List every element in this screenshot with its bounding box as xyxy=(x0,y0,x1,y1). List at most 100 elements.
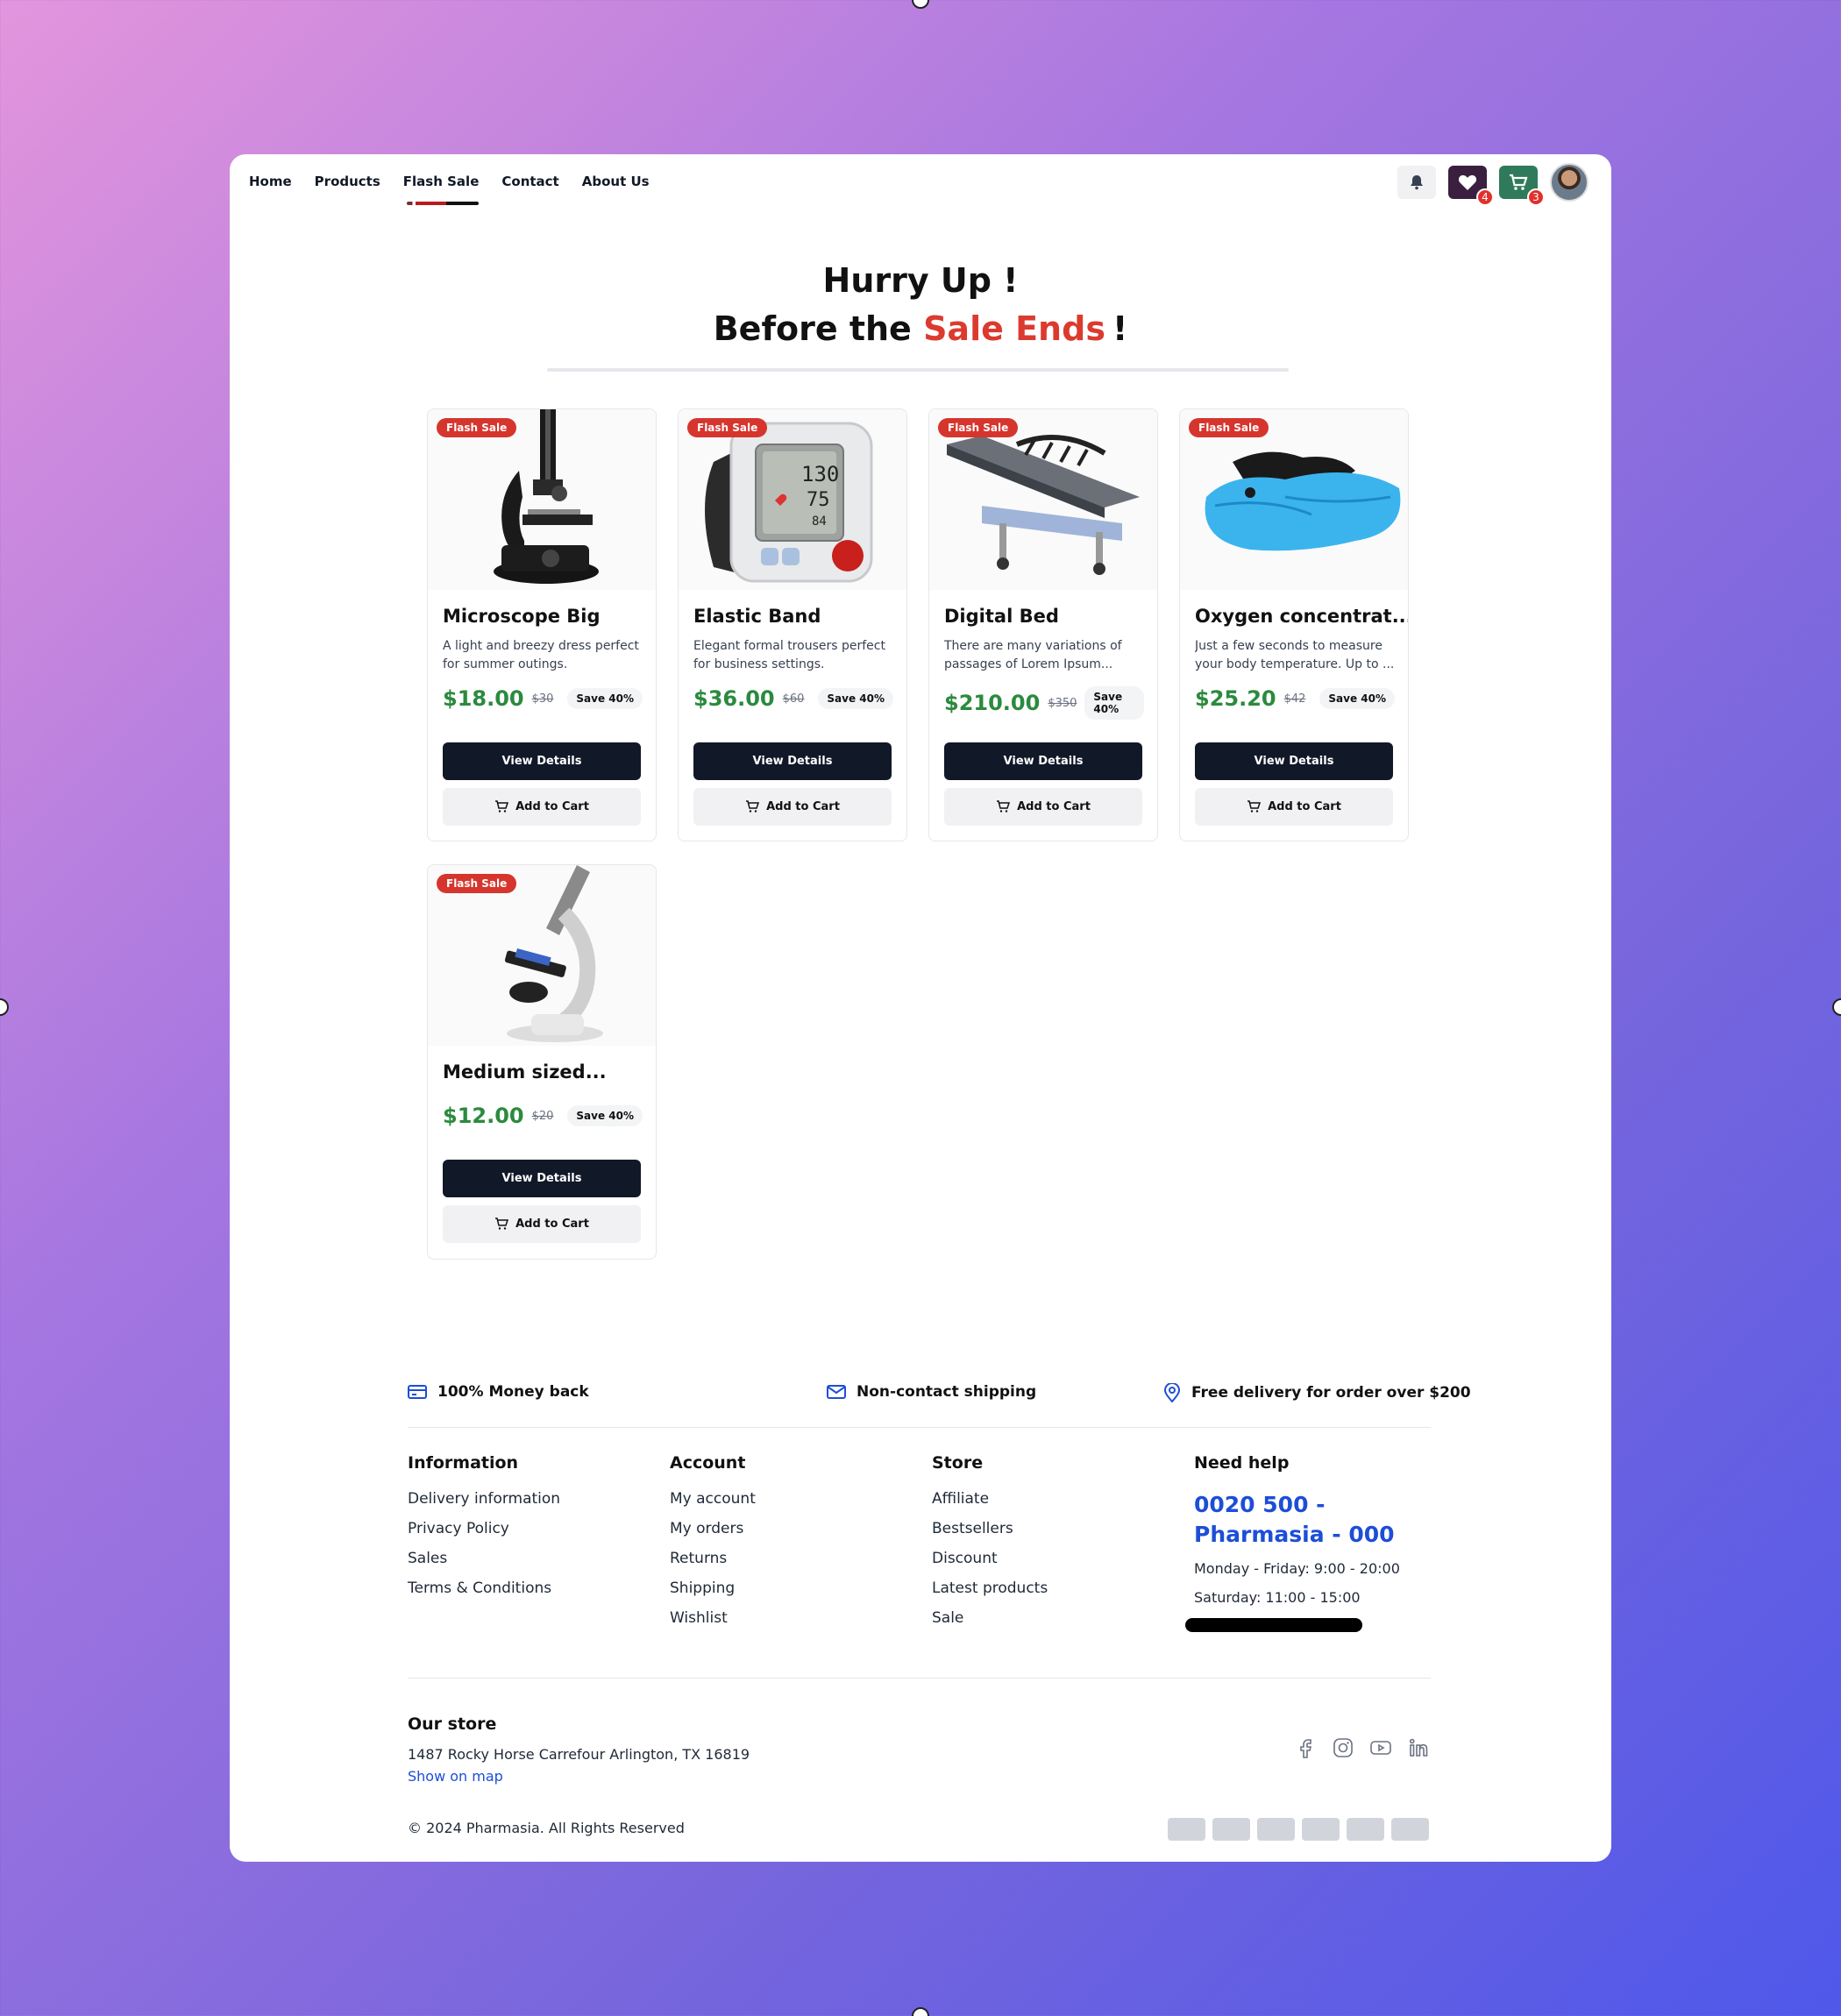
resize-handle-right[interactable] xyxy=(1832,998,1841,1016)
feature-label: Non-contact shipping xyxy=(857,1383,1037,1401)
wishlist-button[interactable]: 4 xyxy=(1448,166,1494,206)
resize-handle-left[interactable] xyxy=(0,998,9,1016)
product-title[interactable]: Medium sized... xyxy=(443,1061,607,1083)
price-row: $25.20 $42 Save 40% xyxy=(1195,686,1395,711)
save-badge: Save 40% xyxy=(567,1105,643,1126)
wishlist-count-badge: 4 xyxy=(1476,188,1494,206)
credit-card-icon xyxy=(408,1385,427,1399)
footer-column-account: Account My account My orders Returns Shi… xyxy=(670,1453,756,1639)
nav-contact[interactable]: Contact xyxy=(501,174,558,189)
cart-button[interactable]: 3 xyxy=(1499,166,1545,206)
footer-link[interactable]: Sales xyxy=(408,1550,560,1567)
product-old-price: $20 xyxy=(531,1109,554,1123)
footer-link[interactable]: Bestsellers xyxy=(932,1520,1048,1537)
bell-icon xyxy=(1411,175,1423,190)
product-old-price: $30 xyxy=(531,692,554,706)
column-title: Store xyxy=(932,1453,984,1473)
youtube-icon[interactable] xyxy=(1369,1737,1392,1758)
column-title: Account xyxy=(670,1453,746,1473)
nav-about-us[interactable]: About Us xyxy=(582,174,650,189)
notifications-button[interactable] xyxy=(1397,166,1436,199)
product-title[interactable]: Elastic Band xyxy=(693,606,821,627)
add-to-cart-label: Add to Cart xyxy=(766,800,840,813)
nav-products[interactable]: Products xyxy=(315,174,380,189)
product-title[interactable]: Digital Bed xyxy=(944,606,1059,627)
svg-text:75: 75 xyxy=(807,489,830,511)
footer-link[interactable]: Latest products xyxy=(932,1579,1048,1597)
product-title[interactable]: Oxygen concentrat... xyxy=(1195,606,1408,627)
linkedin-icon[interactable] xyxy=(1408,1737,1429,1758)
footer-link[interactable]: Sale xyxy=(932,1609,1048,1627)
product-title[interactable]: Microscope Big xyxy=(443,606,601,627)
add-to-cart-button[interactable]: Add to Cart xyxy=(944,788,1142,826)
facebook-icon[interactable] xyxy=(1296,1737,1317,1758)
view-details-button[interactable]: View Details xyxy=(693,742,892,780)
main-nav: Home Products Flash Sale Contact About U… xyxy=(249,174,650,205)
payment-method-icon xyxy=(1391,1818,1429,1841)
hero-divider xyxy=(547,368,1289,372)
resize-handle-bottom[interactable] xyxy=(912,2007,929,2016)
add-to-cart-button[interactable]: Add to Cart xyxy=(443,1205,641,1243)
mail-icon xyxy=(827,1385,846,1399)
svg-text:84: 84 xyxy=(812,515,827,529)
map-pin-icon xyxy=(1163,1383,1181,1402)
save-badge: Save 40% xyxy=(567,688,643,709)
view-details-button[interactable]: View Details xyxy=(1195,742,1393,780)
flash-sale-tag: Flash Sale xyxy=(437,418,517,437)
show-on-map-link[interactable]: Show on map xyxy=(408,1768,750,1785)
view-details-button[interactable]: View Details xyxy=(443,1160,641,1197)
product-card: Flash Sale Oxygen concentrat... Just a f… xyxy=(1179,408,1409,841)
hero-subtitle-prefix: Before the xyxy=(713,309,912,348)
hours-saturday: Saturday: 11:00 - 15:00 xyxy=(1194,1589,1361,1606)
save-badge: Save 40% xyxy=(818,688,893,709)
product-description: Elegant formal trousers perfect for busi… xyxy=(693,639,885,671)
add-to-cart-button[interactable]: Add to Cart xyxy=(693,788,892,826)
footer-link[interactable]: Privacy Policy xyxy=(408,1520,560,1537)
heart-icon xyxy=(1458,174,1477,190)
footer-link[interactable]: My account xyxy=(670,1490,756,1508)
product-old-price: $42 xyxy=(1283,692,1306,706)
feature-free-delivery: Free delivery for order over $200 xyxy=(1163,1383,1471,1402)
footer-link[interactable]: My orders xyxy=(670,1520,756,1537)
add-to-cart-button[interactable]: Add to Cart xyxy=(443,788,641,826)
footer-link[interactable]: Delivery information xyxy=(408,1490,560,1508)
footer-link[interactable]: Discount xyxy=(932,1550,1048,1567)
flash-sale-tag: Flash Sale xyxy=(437,874,517,893)
nav-home[interactable]: Home xyxy=(249,174,292,189)
store-address: 1487 Rocky Horse Carrefour Arlington, TX… xyxy=(408,1746,750,1763)
view-details-button[interactable]: View Details xyxy=(944,742,1142,780)
footer-column-help: Need help 0020 500 - Pharmasia - 000 Mon… xyxy=(1185,1453,1431,1632)
svg-text:130: 130 xyxy=(801,462,839,486)
add-to-cart-button[interactable]: Add to Cart xyxy=(1195,788,1393,826)
user-avatar[interactable] xyxy=(1550,163,1589,202)
footer-link[interactable]: Returns xyxy=(670,1550,756,1567)
column-title: Need help xyxy=(1194,1453,1290,1473)
footer-link[interactable]: Terms & Conditions xyxy=(408,1579,560,1597)
payment-method-icon xyxy=(1212,1818,1250,1841)
view-details-button[interactable]: View Details xyxy=(443,742,641,780)
product-price: $25.20 xyxy=(1195,686,1276,711)
footer-link[interactable]: Affiliate xyxy=(932,1490,1048,1508)
browser-window: Home Products Flash Sale Contact About U… xyxy=(230,154,1611,1862)
instagram-icon[interactable] xyxy=(1333,1737,1354,1758)
product-price: $12.00 xyxy=(443,1104,524,1128)
payment-method-icon xyxy=(1257,1818,1295,1841)
resize-handle-top[interactable] xyxy=(912,0,929,9)
footer-link[interactable]: Shipping xyxy=(670,1579,756,1597)
nav-flash-sale[interactable]: Flash Sale xyxy=(403,174,479,205)
cart-icon xyxy=(997,800,1011,813)
cart-icon xyxy=(1510,174,1528,190)
product-card: Flash Sale Digital Bed There are many va… xyxy=(928,408,1158,841)
footer-divider xyxy=(408,1427,1431,1428)
add-to-cart-label: Add to Cart xyxy=(1268,800,1341,813)
product-description: A light and breezy dress perfect for sum… xyxy=(443,639,639,671)
flash-sale-tag: Flash Sale xyxy=(938,418,1019,437)
product-card: Flash Sale Medium sized... $12.00 $20 Sa… xyxy=(427,864,657,1260)
footer-link[interactable]: Wishlist xyxy=(670,1609,756,1627)
payment-method-icon xyxy=(1168,1818,1205,1841)
copyright-text: © 2024 Pharmasia. All Rights Reserved xyxy=(408,1820,685,1836)
feature-label: Free delivery for order over $200 xyxy=(1191,1384,1471,1402)
help-phone-number[interactable]: 0020 500 - Pharmasia - 000 xyxy=(1194,1490,1431,1550)
flash-sale-tag: Flash Sale xyxy=(1189,418,1269,437)
feature-non-contact-shipping: Non-contact shipping xyxy=(827,1383,1036,1401)
